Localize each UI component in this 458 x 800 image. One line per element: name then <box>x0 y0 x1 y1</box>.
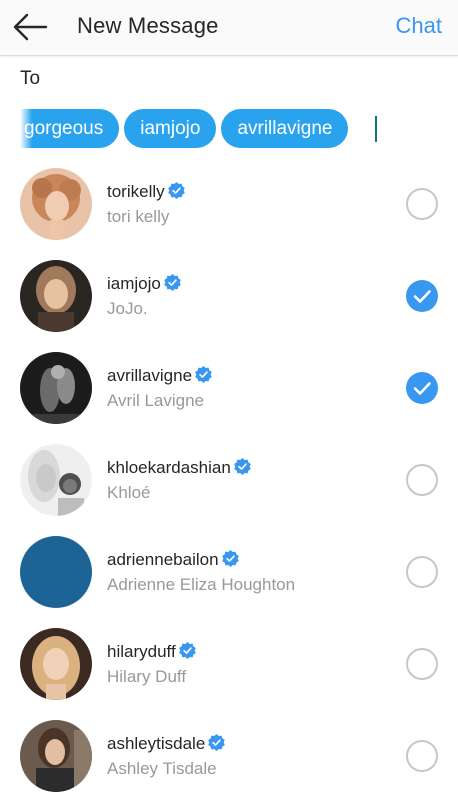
contact-list: torikelly tori kelly iamjojo JoJo. avril… <box>0 166 458 800</box>
verified-badge-icon <box>164 274 181 291</box>
select-radio[interactable] <box>406 464 438 496</box>
verified-badge-icon <box>178 642 196 659</box>
contact-username: torikelly <box>107 182 185 202</box>
contact-username: hilaryduff <box>107 642 196 662</box>
top-bar: New Message Chat <box>0 0 458 56</box>
select-radio-checked[interactable] <box>406 372 438 404</box>
recipient-chip[interactable]: iamjojo <box>124 109 217 148</box>
avatar <box>20 444 92 516</box>
avatar <box>20 352 92 424</box>
text-cursor[interactable] <box>375 116 377 142</box>
avatar <box>20 536 92 608</box>
contact-username: ashleytisdale <box>107 734 226 754</box>
select-radio[interactable] <box>406 740 438 772</box>
to-label: To <box>20 68 41 89</box>
verified-badge-icon <box>221 550 239 567</box>
avatar <box>20 260 92 332</box>
contact-fullname: Hilary Duff <box>107 667 187 686</box>
contact-fullname: Avril Lavigne <box>107 391 205 410</box>
contact-username: avrillavigne <box>107 366 212 386</box>
contact-row[interactable]: khloekardashian Khloé <box>0 442 458 534</box>
select-radio[interactable] <box>406 556 438 588</box>
select-radio-checked[interactable] <box>406 280 438 312</box>
back-button[interactable] <box>10 10 50 44</box>
contact-row[interactable]: ashleytisdale Ashley Tisdale <box>0 718 458 800</box>
arrow-left-icon <box>13 13 48 41</box>
verified-badge-icon <box>195 366 212 383</box>
chat-button[interactable]: Chat <box>396 13 442 39</box>
recipient-chip[interactable]: avrillavigne <box>221 109 349 148</box>
verified-badge-icon <box>167 182 185 199</box>
contact-fullname: Adrienne Eliza Houghton <box>107 575 296 594</box>
select-radio[interactable] <box>406 188 438 220</box>
contact-row[interactable]: hilaryduff Hilary Duff <box>0 626 458 718</box>
contact-username: adriennebailon <box>107 550 239 570</box>
verified-badge-icon <box>208 734 226 751</box>
checkmark-icon <box>413 382 431 395</box>
contact-fullname: Ashley Tisdale <box>107 759 217 778</box>
contact-row[interactable]: avrillavigne Avril Lavigne <box>0 350 458 442</box>
contact-row[interactable]: iamjojo JoJo. <box>0 258 458 350</box>
contact-fullname: tori kelly <box>107 207 170 226</box>
select-radio[interactable] <box>406 648 438 680</box>
avatar <box>20 720 92 792</box>
contact-fullname: JoJo. <box>107 299 148 318</box>
recipient-chip[interactable]: gorgeous <box>20 109 120 148</box>
contact-row[interactable]: torikelly tori kelly <box>0 166 458 258</box>
page-title: New Message <box>77 13 219 38</box>
avatar <box>20 168 92 240</box>
contact-fullname: Khloé <box>107 483 151 502</box>
recipient-chips: gorgeous iamjojo avrillavigne <box>20 109 440 149</box>
verified-badge-icon <box>233 458 251 475</box>
checkmark-icon <box>413 290 431 303</box>
contact-row[interactable]: adriennebailon Adrienne Eliza Houghton <box>0 534 458 626</box>
contact-username: iamjojo <box>107 274 181 294</box>
contact-username: khloekardashian <box>107 458 251 478</box>
avatar <box>20 628 92 700</box>
